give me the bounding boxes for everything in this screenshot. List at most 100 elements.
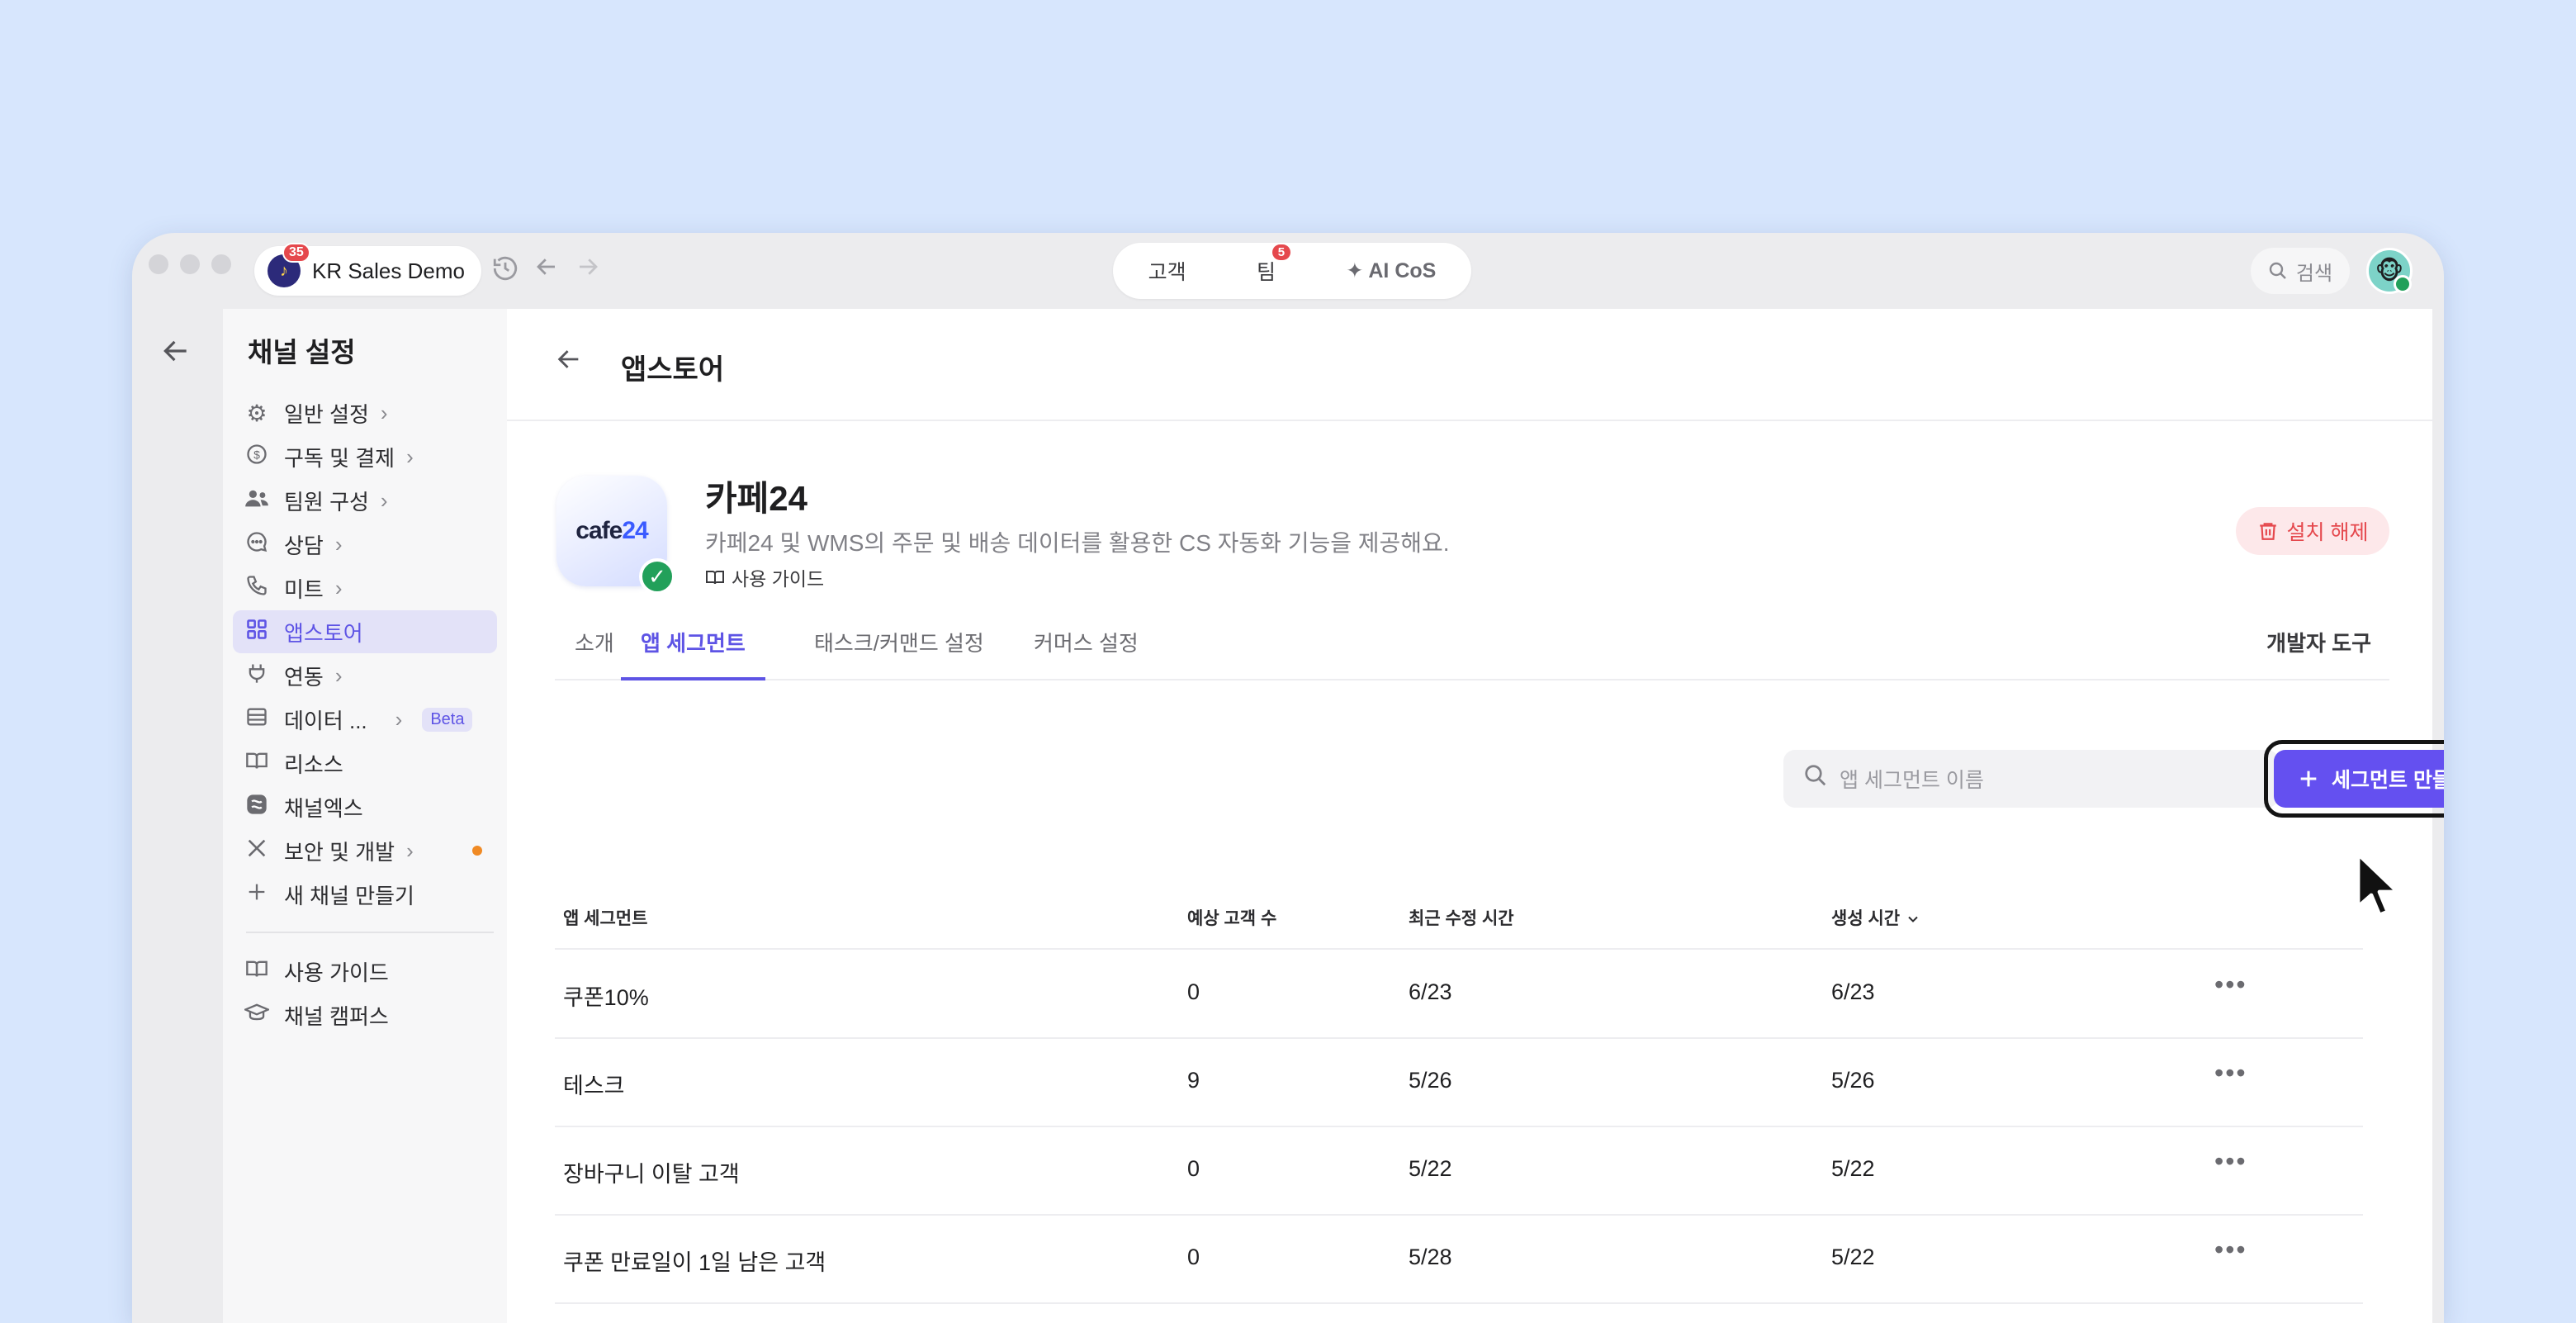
search-placeholder: 앱 세그먼트 이름	[1840, 769, 1984, 792]
tab-task-command[interactable]: 태스크/커맨드 설정	[814, 623, 984, 677]
tab-team-label: 팀	[1257, 261, 1276, 284]
tab-team[interactable]: 팀 5	[1257, 244, 1291, 286]
sidebar-item-data[interactable]: 데이터 ... › Beta	[233, 698, 497, 741]
more-options-icon[interactable]: •••	[2214, 1235, 2247, 1265]
sidebar-item-billing[interactable]: $ 구독 및 결제 ›	[233, 435, 497, 478]
workspace-switcher[interactable]: ♪ 35 KR Sales Demo	[254, 243, 481, 296]
sidebar-item-meet[interactable]: 미트 ›	[233, 567, 497, 609]
title-bar: ♪ 35 KR Sales Demo 고객 팀 5 ✦ AI CoS 검색 🐵	[132, 233, 2444, 309]
sidebar-title: 채널 설정	[248, 337, 356, 368]
history-icon[interactable]	[489, 254, 522, 287]
column-header-sort[interactable]: 생성 시간	[1831, 905, 1921, 930]
search-label: 검색	[2295, 262, 2333, 285]
table-header: 앱 세그먼트 예상 고객 수 최근 수정 시간 생성 시간	[555, 894, 2363, 950]
chevron-down-icon	[1908, 917, 1918, 923]
window-close-button[interactable]	[149, 254, 168, 274]
sidebar-item-team[interactable]: 팀원 구성 ›	[233, 479, 497, 522]
settings-sidebar: 채널 설정 ⚙ 일반 설정 › $ 구독 및 결제 › 팀원 구성 › 상담 ›	[223, 309, 509, 1323]
table-row[interactable]: 테스크 9 5/26 5/26 •••	[555, 1038, 2363, 1127]
sidebar-item-campus[interactable]: 채널 캠퍼스	[233, 993, 497, 1036]
tab-intro[interactable]: 소개	[575, 623, 614, 677]
app-window: ♪ 35 KR Sales Demo 고객 팀 5 ✦ AI CoS 검색 🐵 …	[132, 233, 2444, 1323]
segment-created: 6/23	[1831, 979, 1875, 1004]
sidebar-item-guide[interactable]: 사용 가이드	[233, 950, 497, 993]
segment-created: 5/22	[1831, 1245, 1875, 1269]
chevron-right-icon: ›	[380, 487, 388, 513]
search-icon	[1803, 763, 1828, 794]
segment-created: 5/26	[1831, 1068, 1875, 1093]
tab-ai-cos-label: AI CoS	[1368, 259, 1437, 282]
column-header[interactable]: 앱 세그먼트	[563, 905, 647, 930]
chevron-right-icon: ›	[334, 531, 343, 557]
segment-name: 테스크	[563, 1074, 625, 1098]
app-guide-label: 사용 가이드	[732, 568, 825, 590]
sidebar-item-label: 채널엑스	[284, 795, 363, 821]
grid-icon	[241, 618, 272, 647]
database-icon	[241, 705, 272, 734]
column-header[interactable]: 예상 고객 수	[1187, 905, 1276, 930]
gear-icon: ⚙	[246, 400, 268, 426]
back-arrow-icon[interactable]	[530, 254, 563, 287]
online-status-dot	[2394, 275, 2412, 293]
chevron-right-icon: ›	[406, 837, 414, 863]
table-row[interactable]: 쿠폰10% 0 6/23 6/23 •••	[555, 950, 2363, 1039]
avatar[interactable]: 🐵	[2366, 248, 2413, 294]
center-tab-bar: 고객 팀 5 ✦ AI CoS	[1113, 243, 1471, 299]
more-options-icon[interactable]: •••	[2214, 1146, 2247, 1177]
sidebar-item-new-channel[interactable]: 새 채널 만들기	[233, 873, 497, 916]
mouse-cursor-icon	[2353, 851, 2406, 929]
close-settings-back-icon[interactable]	[160, 335, 192, 375]
chat-icon	[241, 530, 272, 559]
segment-search-input[interactable]: 앱 세그먼트 이름	[1783, 750, 2279, 808]
page-header: 앱스토어	[507, 309, 2432, 421]
sidebar-item-label: 사용 가이드	[284, 960, 389, 985]
tab-customers[interactable]: 고객	[1148, 256, 1186, 286]
search-icon	[2269, 262, 2286, 279]
segment-modified: 6/23	[1409, 979, 1452, 1004]
sidebar-item-appstore[interactable]: 앱스토어	[233, 610, 497, 653]
create-segment-button[interactable]: 세그먼트 만들기	[2274, 750, 2444, 808]
page-title: 앱스토어	[621, 354, 725, 386]
forward-arrow-icon[interactable]	[571, 254, 604, 287]
sidebar-item-integration[interactable]: 연동 ›	[233, 654, 497, 697]
column-header[interactable]: 최근 수정 시간	[1409, 905, 1514, 930]
sidebar-item-general[interactable]: ⚙ 일반 설정 ›	[233, 391, 497, 434]
table-row[interactable]: 장바구니 이탈 고객 0 5/22 5/22 •••	[555, 1126, 2363, 1216]
sidebar-item-label: 구독 및 결제	[284, 445, 395, 471]
more-options-icon[interactable]: •••	[2214, 1058, 2247, 1088]
window-zoom-button[interactable]	[211, 254, 231, 274]
chevron-right-icon: ›	[380, 400, 388, 425]
plug-icon	[241, 662, 272, 690]
tab-commerce[interactable]: 커머스 설정	[1034, 623, 1139, 677]
plus-icon	[241, 880, 272, 909]
global-search-button[interactable]: 검색	[2251, 248, 2350, 294]
book-icon	[241, 749, 272, 778]
sidebar-item-resource[interactable]: 리소스	[233, 742, 497, 785]
book-icon	[241, 957, 272, 986]
more-options-icon[interactable]: •••	[2214, 970, 2247, 1000]
app-tabs: 소개 앱 세그먼트 태스크/커맨드 설정 커머스 설정 개발자 도구	[555, 623, 2389, 680]
sidebar-item-label: 상담	[284, 533, 324, 558]
sidebar-item-channelx[interactable]: 채널엑스	[233, 785, 497, 828]
app-logo-text-a: cafe	[575, 517, 623, 544]
app-logo-text: cafe24	[575, 517, 648, 545]
tab-app-segment[interactable]: 앱 세그먼트	[621, 623, 765, 680]
window-minimize-button[interactable]	[180, 254, 200, 274]
people-icon	[241, 486, 272, 515]
table-row[interactable]: 쿠폰 만료일이 1일 남은 고객 0 5/28 5/22 •••	[555, 1215, 2363, 1304]
segment-name: 장바구니 이탈 고객	[563, 1162, 740, 1187]
segment-modified: 5/28	[1409, 1245, 1452, 1269]
sidebar-item-security[interactable]: 보안 및 개발 ›	[233, 829, 497, 872]
uninstall-label: 설치 해제	[2286, 521, 2369, 544]
segment-modified: 5/26	[1409, 1068, 1452, 1093]
app-guide-link[interactable]: 사용 가이드	[705, 563, 824, 591]
sidebar-item-label: 팀원 구성	[284, 489, 369, 514]
dollar-icon: $	[241, 443, 272, 472]
uninstall-button[interactable]: 설치 해제	[2236, 507, 2389, 555]
tab-ai-cos[interactable]: ✦ AI CoS	[1346, 258, 1436, 283]
create-segment-label: 세그먼트 만들기	[2332, 769, 2444, 792]
sidebar-item-consult[interactable]: 상담 ›	[233, 523, 497, 566]
back-arrow-icon[interactable]	[555, 345, 583, 381]
developer-tools-button[interactable]: 개발자 도구	[2266, 623, 2371, 664]
sidebar-item-label: 데이터 ...	[284, 708, 367, 733]
